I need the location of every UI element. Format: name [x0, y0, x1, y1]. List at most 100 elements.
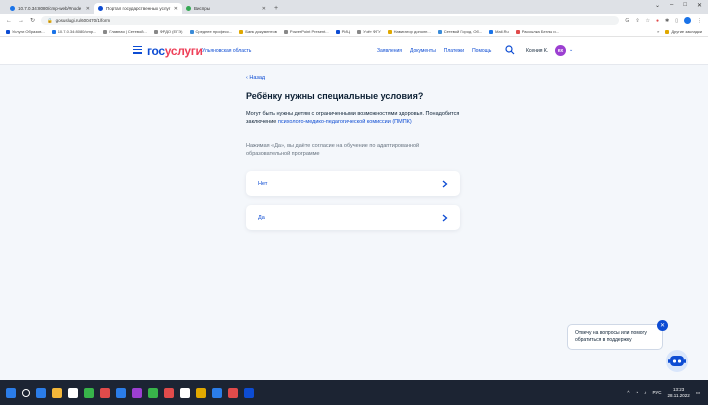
option-no-button[interactable]: Нет	[246, 171, 460, 196]
language-indicator[interactable]: РУС	[653, 390, 662, 395]
tab-search-icon[interactable]: ⌄	[655, 2, 660, 9]
star-icon[interactable]: ☆	[646, 18, 650, 24]
taskbar-app-icon[interactable]	[132, 387, 142, 398]
google-icon[interactable]: G	[625, 18, 629, 24]
reload-icon[interactable]: ↻	[30, 17, 35, 24]
option-yes-button[interactable]: Да	[246, 205, 460, 230]
tray-chevron-icon[interactable]: ^	[627, 390, 629, 395]
address-bar[interactable]: 🔒 gosuslugi.ru/600470/1/form	[41, 16, 620, 25]
option-label: Нет	[258, 180, 268, 187]
bookmark-item[interactable]: Банк документов	[239, 29, 277, 34]
folder-icon[interactable]	[52, 387, 62, 398]
menu-dots-icon[interactable]: ⋮	[697, 18, 702, 24]
profile-icon[interactable]	[684, 17, 691, 24]
bookmark-icon	[387, 29, 392, 34]
taskbar-app-icon[interactable]	[164, 387, 174, 398]
description: Могут быть нужны детям с ограниченными в…	[246, 111, 460, 125]
start-icon[interactable]	[6, 387, 16, 398]
gosuslugi-logo[interactable]: госуслуги	[147, 44, 203, 58]
taskbar-app-icon[interactable]	[68, 387, 78, 398]
consent-note: Нажимая «Да», вы даёте согласие на обуче…	[246, 143, 420, 157]
bookmark-item[interactable]: Навигатор дополн...	[387, 29, 431, 34]
bookmark-item[interactable]: Среднее професс...	[189, 29, 232, 34]
bookmark-icon	[103, 29, 108, 34]
bookmark-item[interactable]: Mail.Ru	[489, 29, 509, 34]
bookmark-icon	[239, 29, 244, 34]
folder-icon	[665, 29, 670, 34]
header-nav: Заявления Документы Платежи Помощь	[377, 48, 491, 54]
bookmark-item[interactable]: PowerPoint Present...	[283, 29, 329, 34]
chrome-icon[interactable]	[180, 387, 190, 398]
pmpk-link[interactable]: психолого-медико-педагогической комиссии…	[278, 119, 412, 125]
region-selector[interactable]: Ульяновская область	[202, 48, 251, 54]
search-icon[interactable]	[505, 45, 515, 55]
nav-applications[interactable]: Заявления	[377, 48, 402, 54]
window-close-icon[interactable]: ✕	[697, 2, 702, 9]
bookmark-item[interactable]: Главная | Сетевой...	[103, 29, 147, 34]
taskbar-app-icon[interactable]	[84, 387, 94, 398]
bookmark-item[interactable]: Услуги Образов...	[6, 29, 45, 34]
tab-close-icon[interactable]: ✕	[86, 6, 90, 12]
bookmarks-more-icon[interactable]: »	[657, 29, 659, 34]
taskbar-app-icon[interactable]	[228, 387, 238, 398]
menu-icon[interactable]	[133, 46, 142, 55]
taskbar-app-icon[interactable]	[148, 387, 158, 398]
tab-close-icon[interactable]: ✕	[262, 6, 266, 12]
maximize-icon[interactable]: □	[683, 2, 687, 9]
browser-tab[interactable]: Виспры ✕	[182, 3, 270, 14]
taskbar-app-icon[interactable]	[100, 387, 110, 398]
chat-bubble[interactable]: Отвечу на вопросы или помогу обратиться …	[567, 324, 663, 350]
notification-icon[interactable]: ▭	[696, 390, 700, 396]
tab-close-icon[interactable]: ✕	[174, 6, 178, 12]
bookmark-item[interactable]: ФРДО (ЕГЭ)	[153, 29, 183, 34]
tab-favicon-icon	[10, 6, 15, 11]
lock-icon: 🔒	[47, 17, 53, 23]
other-bookmarks[interactable]: Другие закладки	[665, 29, 702, 34]
back-arrow-icon[interactable]: ←	[6, 18, 12, 24]
nav-help[interactable]: Помощь	[472, 48, 491, 54]
bookmark-item[interactable]: РИЦ	[335, 29, 350, 34]
taskbar-app-icon[interactable]	[36, 387, 46, 398]
robot-assistant-icon[interactable]	[665, 349, 689, 373]
bookmarks-bar: Услуги Образов... 10.7.0.34:8080/cmp... …	[0, 27, 708, 37]
bookmark-item[interactable]: Рассылка Беглы и...	[515, 29, 559, 34]
nav-documents[interactable]: Документы	[410, 48, 436, 54]
back-link[interactable]: ‹ Назад	[246, 75, 265, 81]
minimize-icon[interactable]: –	[670, 2, 673, 9]
forward-arrow-icon[interactable]: →	[18, 18, 24, 24]
bookmark-item[interactable]: Учёт ФГУ	[357, 29, 381, 34]
edge-icon[interactable]	[116, 387, 126, 398]
nav-payments[interactable]: Платежи	[444, 48, 464, 54]
clock[interactable]: 13:23 28.11.2022	[668, 387, 690, 399]
bookmark-item[interactable]: Сетевой Город. Об...	[437, 29, 482, 34]
close-icon[interactable]: ✕	[657, 320, 668, 331]
bookmark-icon	[153, 29, 158, 34]
tab-favicon-icon	[186, 6, 191, 11]
os-taskbar: ^ ◔ ♪ РУС 13:23 28.11.2022 ▭	[0, 380, 708, 405]
bookmark-item[interactable]: 10.7.0.34:8080/cmp...	[51, 29, 96, 34]
toolbar-actions: G ⇪ ☆ ● ✱ ▯ ⋮	[625, 17, 702, 24]
taskbar-app-icon[interactable]	[212, 387, 222, 398]
extension-icon[interactable]: ●	[656, 18, 659, 24]
chevron-down-icon[interactable]: ⌄	[569, 47, 573, 53]
share-icon[interactable]: ⇪	[635, 18, 639, 24]
bookmark-icon	[189, 29, 194, 34]
avatar[interactable]: КК	[555, 45, 566, 56]
sidebar-icon[interactable]: ▯	[675, 18, 678, 24]
option-label: Да	[258, 214, 265, 221]
bookmark-icon	[6, 29, 10, 34]
puzzle-icon[interactable]: ✱	[665, 18, 669, 24]
bookmark-icon	[335, 29, 340, 34]
volume-icon[interactable]: ♪	[644, 390, 646, 395]
user-name[interactable]: Ксения К.	[526, 48, 548, 54]
browser-tab-active[interactable]: Портал государственных услуг ✕	[94, 3, 182, 14]
new-tab-button[interactable]: +	[274, 3, 278, 14]
network-icon[interactable]: ◔	[636, 390, 639, 395]
tab-title: 10.7.0.34:8080/сmp-web/#node	[18, 6, 82, 11]
browser-tab[interactable]: 10.7.0.34:8080/сmp-web/#node ✕	[6, 3, 94, 14]
bookmark-icon	[515, 29, 520, 34]
taskbar-app-icon[interactable]	[196, 387, 206, 398]
search-icon[interactable]	[22, 388, 30, 397]
taskbar-app-icon[interactable]	[244, 387, 254, 398]
bookmark-icon	[489, 29, 494, 34]
